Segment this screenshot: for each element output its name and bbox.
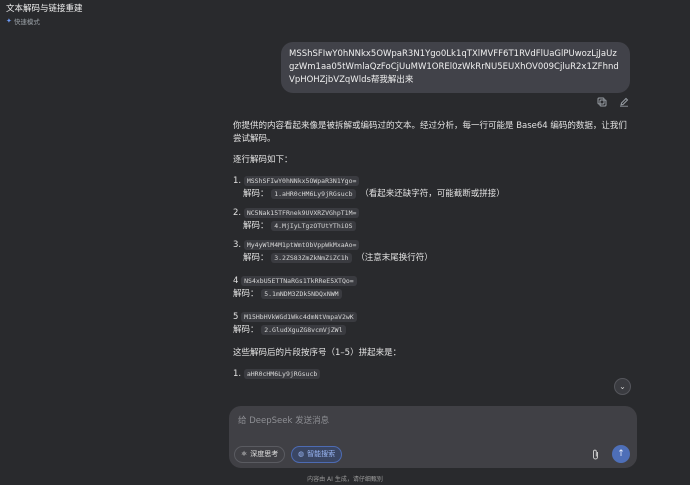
edit-icon[interactable] xyxy=(619,97,629,107)
encoded-code: My4yWlM4M1ptWmtObVppWkMxaAo= xyxy=(243,240,360,250)
encoded-code: MSShSFIwY0hNNkx5OWpaR3N1Ygo= xyxy=(243,176,360,186)
decode-label: 解码： xyxy=(243,189,269,199)
sparkle-icon: ✦ xyxy=(6,17,12,25)
ordered-item: 1. aHR0cHM6Ly9jRGsucb xyxy=(233,368,633,381)
item-number: 5 xyxy=(233,312,239,322)
paperclip-icon[interactable] xyxy=(591,449,600,463)
decode-label: 解码： xyxy=(233,325,259,335)
copy-icon[interactable] xyxy=(597,97,607,107)
step-heading: 逐行解码如下： xyxy=(233,155,293,165)
encoded-code: M15HbHVkWGd1Wkc4dmNtVmpaV2wK xyxy=(241,312,357,322)
item-number: 1. xyxy=(233,176,242,186)
web-search-label: 智能搜索 xyxy=(307,450,336,458)
item-number: 3. xyxy=(233,240,242,250)
deep-think-label: 深度思考 xyxy=(250,450,279,458)
ordered-code: aHR0cHM6Ly9jRGsucb xyxy=(243,369,321,379)
mode-label: 快速模式 xyxy=(13,18,40,26)
atom-icon: ⚛ xyxy=(241,450,248,458)
globe-icon: ◍ xyxy=(298,450,305,458)
decode-item: 5 M15HbHVkWGd1Wkc4dmNtVmpaV2wK 解码： 2.Glu… xyxy=(233,311,633,337)
message-composer: 给 DeepSeek 发送消息 ⚛ 深度思考 ◍ 智能搜索 ↑ xyxy=(229,406,637,468)
scroll-to-bottom-button[interactable]: ⌄ xyxy=(614,378,631,395)
user-message-bubble: MSShSFIwY0hNNkx5OWpaR3N1Ygo0Lk1qTXlMVFF6… xyxy=(281,42,630,93)
ai-disclaimer: 内容由 AI 生成，请仔细甄别 xyxy=(307,476,383,483)
item-number: 4 xyxy=(233,276,239,286)
encoded-code: NS4xbU5ETTNaRGs1TkRReE5XTQo= xyxy=(241,276,357,286)
message-actions xyxy=(597,97,629,107)
chat-title: 文本解码与链接重建 xyxy=(6,4,83,14)
deep-think-button[interactable]: ⚛ 深度思考 xyxy=(234,446,286,463)
mode-indicator: ✦ 快速模式 xyxy=(6,16,83,26)
decode-label: 解码： xyxy=(243,253,269,263)
decode-item: 4 NS4xbU5ETTNaRGs1TkRReE5XTQo= 解码： 5.1mN… xyxy=(233,275,633,301)
chat-header: 文本解码与链接重建 ✦ 快速模式 xyxy=(6,4,83,26)
answer-intro: 你提供的内容看起来像是被拆解或编码过的文本。经过分析，每一行可能是 Base64… xyxy=(233,121,627,144)
chevron-down-icon: ⌄ xyxy=(619,382,626,391)
decode-item: 3. My4yWlM4M1ptWmtObVppWkMxaAo= 解码： 3.2Z… xyxy=(233,239,633,265)
decode-item: 1. MSShSFIwY0hNNkx5OWpaR3N1Ygo= 解码： 1.aH… xyxy=(233,175,633,201)
user-message-text: MSShSFIwY0hNNkx5OWpaR3N1Ygo0Lk1qTXlMVFF6… xyxy=(289,49,619,85)
message-input[interactable]: 给 DeepSeek 发送消息 xyxy=(238,414,329,426)
assistant-answer: 你提供的内容看起来像是被拆解或编码过的文本。经过分析，每一行可能是 Base64… xyxy=(233,120,633,381)
decode-note: （看起来还缺字符，可能截断或拼接） xyxy=(360,189,505,199)
decoded-code: 2.GludXguZG8vcmVjZWl xyxy=(261,325,346,335)
decoded-code: 4.MjIyLTgzOTUtYThiOS xyxy=(271,221,356,231)
decoded-code: 1.aHR0cHM6Ly9jRGsucb xyxy=(271,189,356,199)
send-button[interactable]: ↑ xyxy=(612,445,630,463)
order-heading: 这些解码后的片段按序号（1–5）拼起来是： xyxy=(233,348,402,358)
web-search-button[interactable]: ◍ 智能搜索 xyxy=(291,446,343,463)
arrow-up-icon: ↑ xyxy=(617,449,625,459)
decode-label: 解码： xyxy=(243,221,269,231)
decoded-code: 5.1mNDM3ZDk5NDQxNWM xyxy=(261,289,342,299)
item-number: 2. xyxy=(233,208,242,218)
decoded-code: 3.2ZS83ZmZkNmZiZC1h xyxy=(271,253,352,263)
decode-label: 解码： xyxy=(233,289,259,299)
encoded-code: NC5Nak15TFRnek9UVXRZVGhpT1M= xyxy=(243,208,360,218)
decode-item: 2. NC5Nak15TFRnek9UVXRZVGhpT1M= 解码： 4.Mj… xyxy=(233,207,633,233)
decode-note: （注意末尾换行符） xyxy=(356,253,433,263)
item-number: 1. xyxy=(233,369,242,379)
